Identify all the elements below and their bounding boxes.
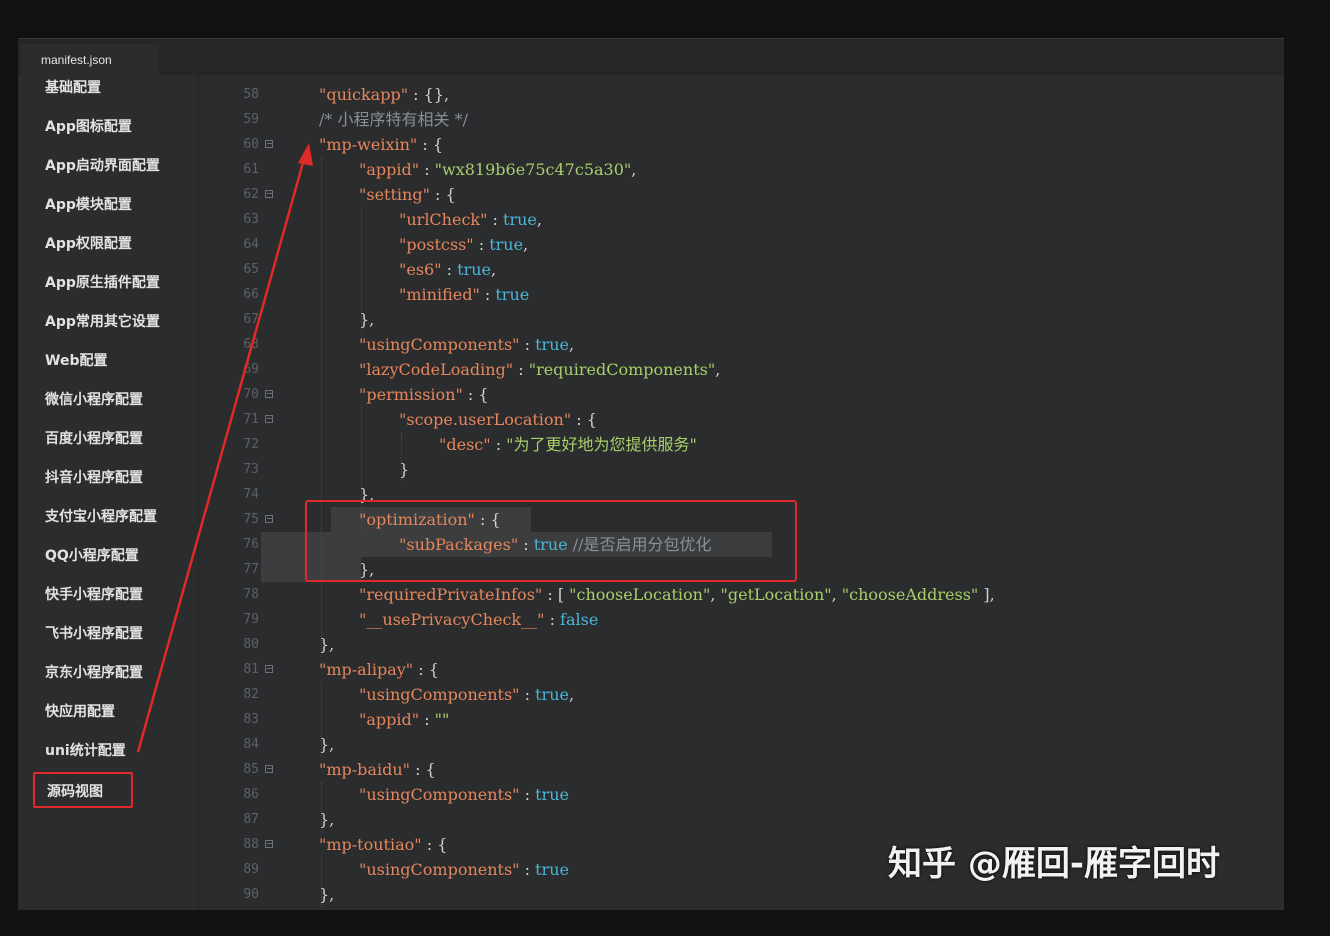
- annotation-arrow: [136, 143, 313, 753]
- arrow-line: [136, 151, 308, 753]
- arrow-head: [298, 143, 313, 166]
- zhihu-watermark: 知乎 @雁回-雁字回时: [888, 844, 1220, 884]
